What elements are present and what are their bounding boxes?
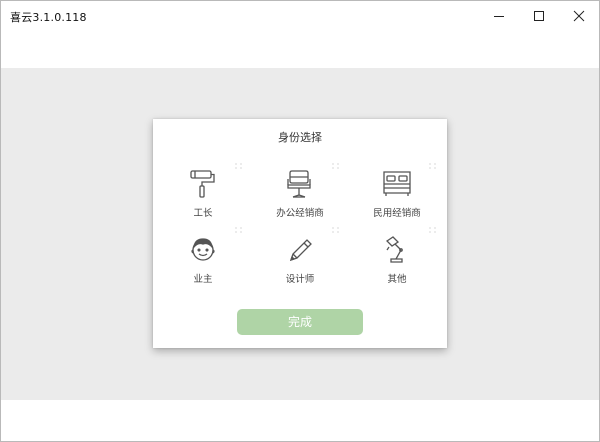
finish-button[interactable]: 完成 <box>237 309 363 335</box>
window-title: 喜云3.1.0.118 <box>10 11 87 24</box>
close-icon <box>573 10 585 22</box>
selection-indicator <box>332 163 339 169</box>
role-label: 设计师 <box>285 274 315 285</box>
role-option-owner[interactable]: 业主 <box>163 233 243 295</box>
minimize-button[interactable] <box>479 1 519 31</box>
maximize-icon <box>534 11 544 21</box>
close-button[interactable] <box>559 1 599 31</box>
selection-indicator <box>332 227 339 233</box>
selection-indicator <box>429 227 436 233</box>
office-chair-icon <box>287 170 311 198</box>
owner-face-icon <box>191 238 215 261</box>
selection-indicator <box>429 163 436 169</box>
maximize-button[interactable] <box>519 1 559 31</box>
selection-indicator <box>235 227 242 233</box>
app-window: 喜云3.1.0.118 身份选择 工长 办公经销商 民用经销商 业主 设计师 其… <box>0 0 600 442</box>
role-option-other[interactable]: 其他 <box>357 233 437 295</box>
pencil-icon <box>289 239 312 262</box>
identity-select-dialog: 身份选择 工长 办公经销商 民用经销商 业主 设计师 其他 完成 <box>153 119 447 348</box>
dialog-title: 身份选择 <box>278 131 322 144</box>
role-option-designer[interactable]: 设计师 <box>260 233 340 295</box>
bed-icon <box>383 171 411 196</box>
role-label: 民用经销商 <box>373 208 421 219</box>
role-option-office-dealer[interactable]: 办公经销商 <box>260 167 340 229</box>
minimize-icon <box>494 16 504 17</box>
role-option-foreman[interactable]: 工长 <box>163 167 243 229</box>
selection-indicator <box>235 163 242 169</box>
role-label: 其他 <box>387 274 407 285</box>
role-label: 工长 <box>193 208 213 219</box>
role-label: 业主 <box>193 274 213 285</box>
desk-lamp-icon <box>385 236 403 263</box>
role-option-residential-dealer[interactable]: 民用经销商 <box>357 167 437 229</box>
paint-roller-icon <box>190 170 215 198</box>
title-bar: 喜云3.1.0.118 <box>1 1 599 31</box>
role-label: 办公经销商 <box>276 208 324 219</box>
